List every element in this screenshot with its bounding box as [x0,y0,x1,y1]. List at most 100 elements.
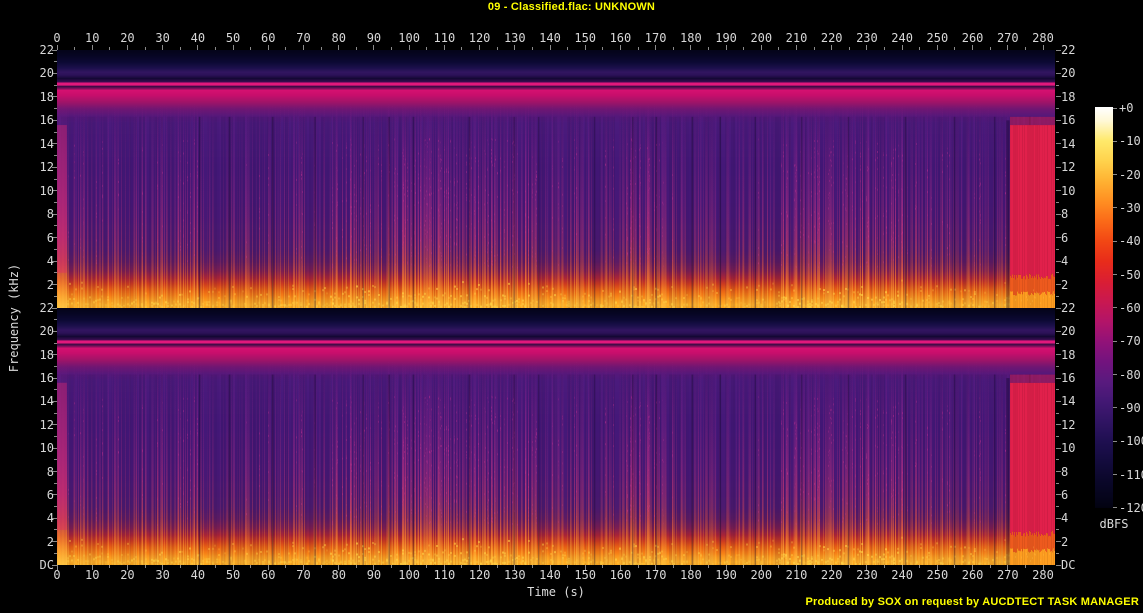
y-tick-label-right: 18 [1061,347,1076,362]
x-tick-mark-top [831,45,833,50]
colorbar-tick-mark [1113,107,1117,109]
x-tick-label-top: 170 [644,31,667,45]
y-minor-tick-right [1056,131,1059,133]
x-tick-mark-top [796,45,797,50]
x-minor-tick-top [496,47,498,50]
y-tick-label-right: 6 [1061,487,1069,502]
x-tick-mark-top [725,45,727,50]
sox-spectrogram-window: 09 - Classified.flac: UNKNOWN 0 0 10 10 20 20… [0,0,1143,613]
x-tick-label-bottom: 190 [715,568,737,582]
x-minor-tick-bottom [989,565,991,568]
x-minor-tick-bottom [919,565,921,568]
x-tick-mark-top [866,45,868,50]
y-minor-tick-left [54,61,57,63]
colorbar-tick-mark [1113,307,1117,309]
x-tick-label-top: 0 [53,31,61,45]
x-tick-label-top: 240 [891,31,913,45]
y-minor-tick-left [54,342,57,344]
x-tick-mark-top [91,45,93,50]
y-minor-tick-left [54,482,57,484]
x-tick-label-bottom: 260 [961,568,984,582]
colorbar-tick-mark [1113,240,1117,242]
x-minor-tick-bottom [813,565,815,568]
x-minor-tick-top [461,47,463,50]
y-tick-label-left: DC [39,558,54,572]
x-tick-label-bottom: 150 [574,568,597,582]
x-tick-label-top: 250 [926,31,949,45]
x-tick-label-top: 180 [680,31,702,45]
y-minor-tick-left [54,225,57,227]
colorbar-tick-label: -50 [1119,267,1141,282]
y-minor-tick-right [1056,295,1059,297]
colorbar-tick-mark [1113,274,1117,276]
x-tick-label-bottom: 130 [503,568,526,582]
x-tick-label-bottom: 80 [331,568,346,582]
y-tick-label-left: 20 [39,66,54,81]
y-tick-label-right: 20 [1061,66,1076,81]
x-minor-tick-bottom [320,565,322,568]
x-tick-label-bottom: 20 [120,568,135,582]
colorbar-tick-label: -120 [1119,500,1143,515]
x-minor-tick-top [391,47,393,50]
y-minor-tick-left [54,201,57,203]
x-tick-label-top: 270 [996,31,1019,45]
x-minor-tick-bottom [848,565,850,568]
y-tick-label-right: 22 [1061,301,1076,315]
x-minor-tick-top [250,47,252,50]
x-tick-label-top: 90 [366,31,382,45]
x-tick-label-bottom: 110 [433,568,456,582]
y-tick-label-right: 14 [1061,394,1076,409]
y-minor-tick-right [1056,319,1059,321]
colorbar-tick-label: -40 [1119,234,1141,249]
x-tick-label-bottom: 220 [820,568,843,582]
x-minor-tick-top [602,47,604,50]
colorbar-tick-mark [1113,440,1117,442]
y-minor-tick-right [1056,61,1059,63]
x-minor-tick-top [778,47,780,50]
y-minor-tick-left [54,108,57,110]
x-minor-tick-top [426,47,428,50]
y-minor-tick-right [1056,84,1059,86]
x-tick-label-top: 70 [296,31,311,45]
x-tick-label-bottom: 180 [680,568,702,582]
x-minor-tick-bottom [707,565,709,568]
y-tick-label-left: 8 [46,464,54,479]
y-tick-label-right: 12 [1061,160,1076,175]
x-minor-tick-bottom [461,565,463,568]
y-minor-tick-left [54,529,57,531]
x-tick-label-bottom: 230 [856,568,878,582]
y-tick-label-right: 4 [1061,511,1069,526]
x-minor-tick-top [179,47,181,50]
y-tick-label-right: 12 [1061,417,1076,432]
colorbar-tick-label: -80 [1119,367,1141,382]
x-tick-label-top: 10 [84,31,100,45]
x-tick-label-bottom: 160 [609,568,632,582]
x-tick-mark-top [1042,45,1044,50]
x-minor-tick-bottom [778,565,780,568]
x-minor-tick-top [144,47,146,50]
x-tick-label-bottom: 70 [296,568,311,582]
colorbar-unit-label: dBFS [1099,517,1129,531]
y-minor-tick-left [54,459,57,461]
x-minor-tick-top [954,47,956,50]
x-tick-mark-top [690,45,692,50]
spectrogram-canvas [57,50,1055,565]
x-tick-label-bottom: 280 [1032,568,1054,582]
colorbar-tick-mark [1113,140,1117,142]
x-tick-mark-top [479,45,481,50]
x-tick-mark-top [162,45,164,50]
y-minor-tick-right [1056,552,1059,554]
x-tick-label-bottom: 10 [84,568,100,582]
x-tick-label-bottom: 120 [468,568,491,582]
x-tick-label-top: 20 [120,31,135,45]
y-tick-label-right: 6 [1061,230,1069,245]
y-minor-tick-right [1056,248,1059,250]
x-minor-tick-bottom [954,565,956,568]
y-minor-tick-right [1056,482,1059,484]
x-tick-label-bottom: 40 [190,568,206,582]
x-tick-mark-top [549,45,551,50]
y-minor-tick-right [1056,272,1059,274]
colorbar-gradient [1095,107,1113,508]
y-tick-label-right: 8 [1061,207,1069,222]
colorbar-tick-mark [1113,207,1117,209]
